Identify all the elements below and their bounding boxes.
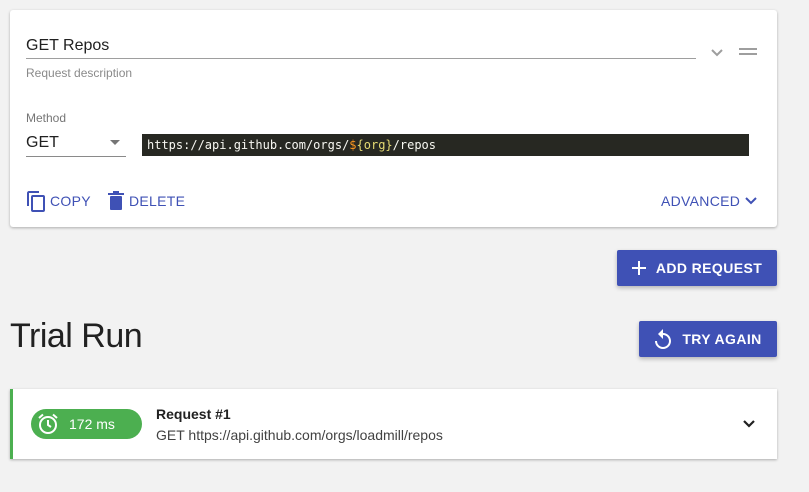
try-again-button[interactable]: TRY AGAIN (639, 321, 777, 357)
advanced-label: ADVANCED (661, 193, 741, 209)
delete-button[interactable]: DELETE (107, 188, 185, 214)
request-name-input[interactable] (26, 32, 696, 58)
request-description-placeholder[interactable]: Request description (26, 66, 132, 80)
copy-icon (27, 191, 45, 212)
response-time-badge: 172 ms (31, 409, 142, 439)
result-method: GET (156, 427, 185, 443)
request-name-field[interactable] (26, 32, 696, 59)
add-request-button[interactable]: ADD REQUEST (617, 250, 777, 286)
delete-label: DELETE (129, 193, 186, 209)
response-time: 172 ms (69, 416, 115, 432)
url-input[interactable]: https://api.github.com/orgs/${org}/repos (142, 134, 749, 156)
dropdown-caret-icon (110, 140, 120, 145)
copy-label: COPY (50, 193, 91, 209)
result-url: https://api.github.com/orgs/loadmill/rep… (188, 427, 443, 443)
trial-run-title: Trial Run (10, 317, 143, 355)
replay-icon (655, 329, 672, 349)
url-prefix: https://api.github.com/orgs/ (147, 138, 350, 152)
page: Request description Method GET https://a… (0, 0, 809, 492)
chevron-down-icon (745, 197, 757, 205)
add-request-label: ADD REQUEST (655, 260, 763, 276)
request-card: Request description Method GET https://a… (10, 10, 777, 227)
advanced-button[interactable]: ADVANCED (661, 188, 758, 214)
method-value: GET (26, 134, 59, 151)
drag-handle-icon[interactable] (739, 48, 757, 58)
method-select[interactable]: GET (26, 132, 126, 157)
trash-icon (108, 191, 124, 210)
result-request-title: Request #1 (156, 406, 231, 422)
url-var-dollar: $ (349, 138, 357, 152)
url-suffix: /repos (392, 138, 437, 152)
try-again-label: TRY AGAIN (682, 331, 762, 347)
plus-icon (631, 261, 646, 275)
method-label: Method (26, 111, 67, 125)
result-row[interactable]: 172 ms Request #1 GET https://api.github… (10, 389, 777, 459)
chevron-down-icon[interactable] (742, 417, 756, 431)
chevron-down-icon[interactable] (710, 46, 724, 60)
result-request-line: GET https://api.github.com/orgs/loadmill… (156, 427, 443, 443)
alarm-clock-icon (38, 413, 58, 434)
url-var-name: {org} (356, 138, 393, 152)
copy-button[interactable]: COPY (26, 188, 91, 214)
